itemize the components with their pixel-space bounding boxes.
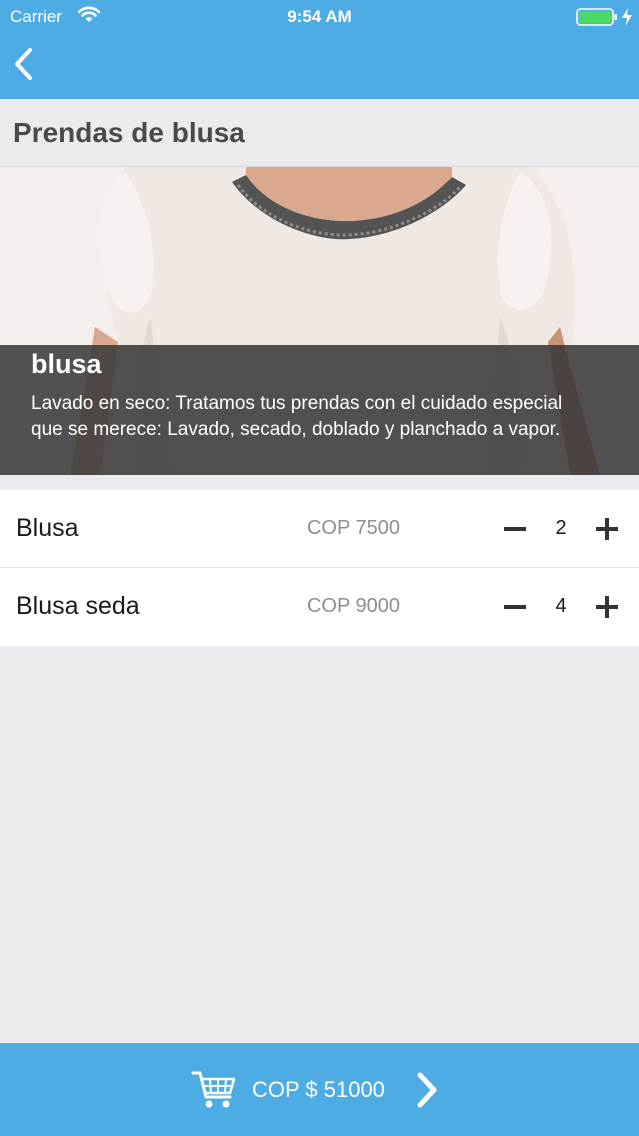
list-item: Blusa seda COP 9000 4 [0,568,639,646]
chevron-right-icon[interactable] [414,1071,440,1114]
charging-bolt-icon [621,7,633,32]
back-button[interactable] [8,44,44,84]
checkout-bar[interactable]: COP $ 51000 [0,1043,639,1136]
increase-button[interactable] [592,592,622,622]
chevron-left-icon [15,48,32,80]
plus-icon [596,518,618,540]
cart-total: COP $ 51000 [252,1077,385,1102]
list-item: Blusa COP 7500 2 [0,490,639,568]
minus-icon [504,527,526,531]
product-description: Lavado en seco: Tratamos tus prendas con… [31,393,563,440]
item-price: COP 9000 [306,595,400,617]
plus-icon [596,596,618,618]
item-quantity: 4 [555,595,567,617]
shopping-cart-icon [190,1065,238,1118]
page-title: Prendas de blusa [13,117,245,148]
battery-icon [576,7,618,32]
item-price: COP 7500 [306,517,400,539]
increase-button[interactable] [592,514,622,544]
status-time: 9:54 AM [287,7,352,26]
decrease-button[interactable] [500,592,530,622]
item-name: Blusa seda [16,592,140,620]
product-hero: blusa Lavado en seco: Tratamos tus prend… [0,167,639,475]
items-list: Blusa COP 7500 2 Blusa seda COP 9000 4 [0,490,639,646]
minus-icon [504,605,526,609]
top-header: Carrier 9:54 AM [0,0,639,99]
section-header: Prendas de blusa [0,99,639,167]
item-name: Blusa [16,514,79,542]
decrease-button[interactable] [500,514,530,544]
item-quantity: 2 [555,517,567,539]
product-name: blusa [31,349,102,379]
